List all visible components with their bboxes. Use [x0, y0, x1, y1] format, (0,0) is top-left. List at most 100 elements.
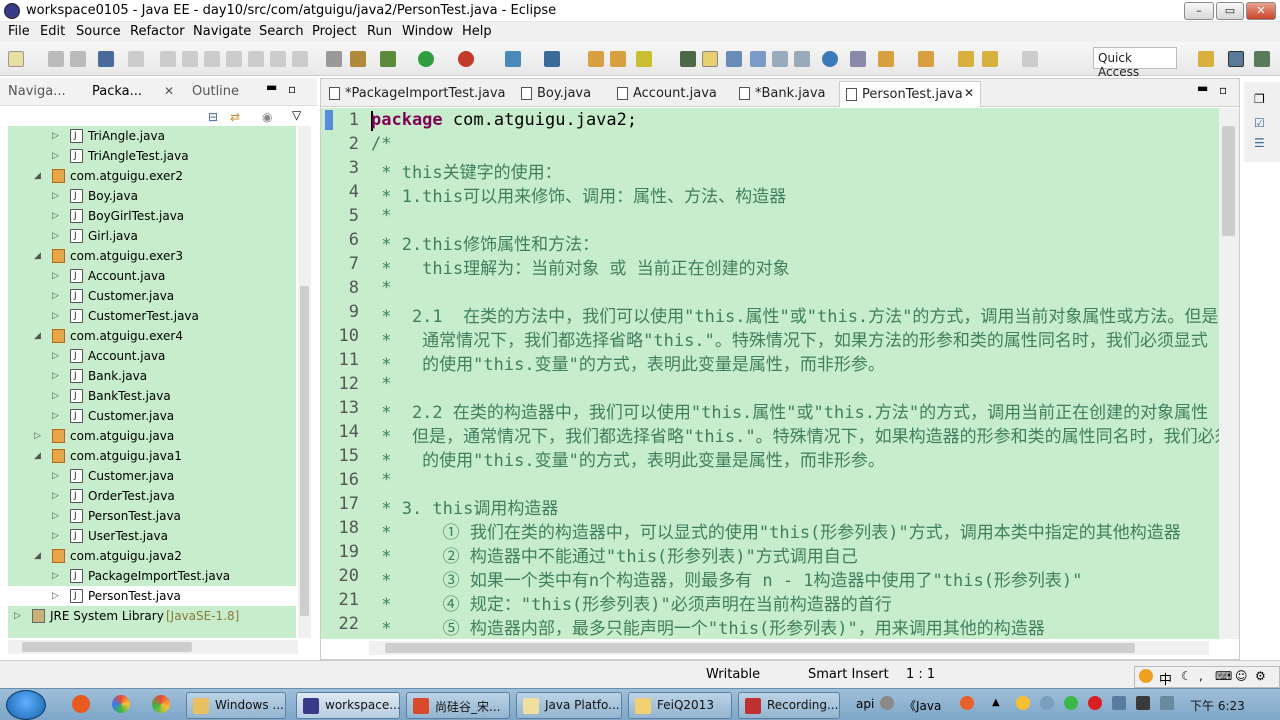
tool-icon[interactable]: [880, 696, 894, 710]
focus-icon[interactable]: ◉: [262, 110, 272, 124]
skip-breakpoints-icon[interactable]: [128, 51, 144, 67]
start-button[interactable]: [6, 690, 46, 720]
tab-package-import-test[interactable]: *PackageImportTest.java: [323, 81, 512, 107]
ime-mode[interactable]: 中: [1159, 669, 1172, 688]
tab-navigator[interactable]: Naviga...: [8, 84, 66, 99]
tree-file-item[interactable]: ▷ Account.java: [8, 266, 296, 286]
maximize-view-icon[interactable]: ▫: [288, 82, 296, 96]
editor-vertical-scrollbar[interactable]: [1219, 108, 1239, 639]
tree-package-item[interactable]: ◢ com.atguigu.java2: [8, 546, 296, 566]
tree-file-item[interactable]: ▷ Customer.java: [8, 286, 296, 306]
toggle-mark-occurrences-icon[interactable]: [680, 51, 696, 67]
expand-arrow-icon[interactable]: ▷: [52, 406, 62, 426]
minimize-button[interactable]: –: [1184, 2, 1214, 20]
view-menu-icon[interactable]: ▽: [292, 108, 301, 122]
chat-tray-icon[interactable]: [1016, 696, 1030, 710]
search-icon[interactable]: [636, 51, 652, 67]
keyboard-icon[interactable]: ⌨: [1215, 669, 1232, 683]
restore-icon[interactable]: ❐: [1254, 92, 1265, 106]
expand-arrow-icon[interactable]: ▷: [52, 266, 62, 286]
punctuation-icon[interactable]: ,: [1199, 669, 1203, 683]
user-icon[interactable]: ☺: [1235, 669, 1248, 683]
toggle-block-selection-icon[interactable]: [702, 51, 718, 67]
expand-arrow-icon[interactable]: ▷: [52, 486, 62, 506]
tray-api-label[interactable]: api: [856, 697, 874, 711]
open-type-icon[interactable]: [588, 51, 604, 67]
editor-horizontal-scrollbar[interactable]: [369, 641, 1209, 655]
minimize-editor-icon[interactable]: ▬: [1197, 81, 1208, 95]
menu-source[interactable]: Source: [76, 24, 121, 39]
last-edit-location-icon[interactable]: [958, 51, 974, 67]
menu-help[interactable]: Help: [462, 24, 492, 39]
browser-icon[interactable]: [822, 51, 838, 67]
tree-file-item[interactable]: ▷ TriAngle.java: [8, 126, 296, 146]
app-s-icon[interactable]: [960, 696, 974, 710]
expand-arrow-icon[interactable]: ▷: [34, 426, 44, 446]
task-workspace[interactable]: workspace...: [296, 692, 400, 719]
tree-file-item[interactable]: ▷ PackageImportTest.java: [8, 566, 296, 586]
new-server-icon[interactable]: [505, 51, 521, 67]
plus-tray-icon[interactable]: [1064, 696, 1078, 710]
annotation-icon[interactable]: [850, 51, 866, 67]
tree-file-item[interactable]: ▷ BankTest.java: [8, 386, 296, 406]
back-icon[interactable]: [982, 51, 998, 67]
tree-file-item[interactable]: ▷ TriAngleTest.java: [8, 146, 296, 166]
tree-package-item[interactable]: ◢ com.atguigu.java1: [8, 446, 296, 466]
menu-window[interactable]: Window: [402, 24, 453, 39]
drop-to-frame-icon[interactable]: [326, 51, 342, 67]
tab-boy[interactable]: Boy.java: [515, 81, 597, 107]
tree-library-item[interactable]: ▷ JRE System Library [JavaSE-1.8]: [8, 606, 296, 626]
task-list-icon[interactable]: ☑: [1254, 116, 1265, 130]
code-area[interactable]: 1 2 3 4 5 6 7 8 9 10 11 12 13 14 15 16 17 18 19 20 21 22 pack…: [321, 108, 1219, 639]
tab-person-test[interactable]: PersonTest.java ✕: [839, 81, 981, 107]
paragraph-icon[interactable]: [794, 51, 810, 67]
tree-file-item[interactable]: ▷ CustomerTest.java: [8, 306, 296, 326]
show-hidden-icons[interactable]: ▲: [992, 697, 1000, 708]
save-icon[interactable]: [48, 51, 64, 67]
close-button[interactable]: ✕: [1246, 2, 1276, 20]
tree-file-item[interactable]: ▷ OrderTest.java: [8, 486, 296, 506]
forward-icon[interactable]: [1022, 51, 1038, 67]
run-icon[interactable]: [418, 51, 434, 67]
expand-arrow-icon[interactable]: ▷: [52, 346, 62, 366]
ime-logo-icon[interactable]: [1139, 669, 1153, 683]
app-g-icon[interactable]: [72, 695, 90, 713]
debug-icon[interactable]: [380, 51, 396, 67]
menu-project[interactable]: Project: [312, 24, 356, 39]
expand-arrow-icon[interactable]: ▷: [52, 226, 62, 246]
expand-arrow-icon[interactable]: ◢: [34, 546, 44, 566]
monitor-icon[interactable]: [1136, 696, 1150, 710]
show-source-icon[interactable]: [772, 51, 788, 67]
tab-bank[interactable]: *Bank.java: [733, 81, 832, 107]
expand-arrow-icon[interactable]: ▷: [52, 146, 62, 166]
expand-arrow-icon[interactable]: ▷: [52, 186, 62, 206]
expand-arrow-icon[interactable]: ◢: [34, 326, 44, 346]
record-tray-icon[interactable]: [1088, 696, 1102, 710]
quick-access-input[interactable]: Quick Access: [1093, 47, 1177, 79]
tree-file-item[interactable]: ▷ PersonTest.java: [8, 586, 296, 606]
task-java-platform[interactable]: Java Platfo...: [516, 692, 622, 719]
expand-arrow-icon[interactable]: ◢: [34, 166, 44, 186]
chrome-icon[interactable]: [152, 695, 170, 713]
collapse-all-icon[interactable]: ⊟: [208, 110, 218, 124]
show-whitespace-icon[interactable]: [726, 51, 742, 67]
close-tab-icon[interactable]: ✕: [964, 86, 974, 100]
tree-file-item[interactable]: ▷ PersonTest.java: [8, 506, 296, 526]
network-icon[interactable]: [1112, 696, 1126, 710]
new-icon[interactable]: [8, 51, 24, 67]
clock[interactable]: 下午 6:23: [1190, 697, 1245, 714]
menu-run[interactable]: Run: [367, 24, 392, 39]
step-return-icon[interactable]: [292, 51, 308, 67]
minimize-view-icon[interactable]: ▬: [266, 80, 277, 94]
save-all-icon[interactable]: [70, 51, 86, 67]
task-recording[interactable]: Recording...: [738, 692, 840, 719]
maximize-editor-icon[interactable]: ▫: [1219, 83, 1227, 97]
close-tab-icon[interactable]: ✕: [164, 84, 174, 98]
expand-arrow-icon[interactable]: ▷: [52, 206, 62, 226]
suspend-icon[interactable]: [182, 51, 198, 67]
outline-icon[interactable]: ☰: [1254, 136, 1265, 150]
java-ee-perspective-icon[interactable]: [1228, 51, 1244, 67]
moon-icon[interactable]: ☾: [1181, 669, 1192, 683]
link-with-editor-icon[interactable]: ⇄: [230, 110, 240, 124]
expand-arrow-icon[interactable]: ▷: [52, 466, 62, 486]
